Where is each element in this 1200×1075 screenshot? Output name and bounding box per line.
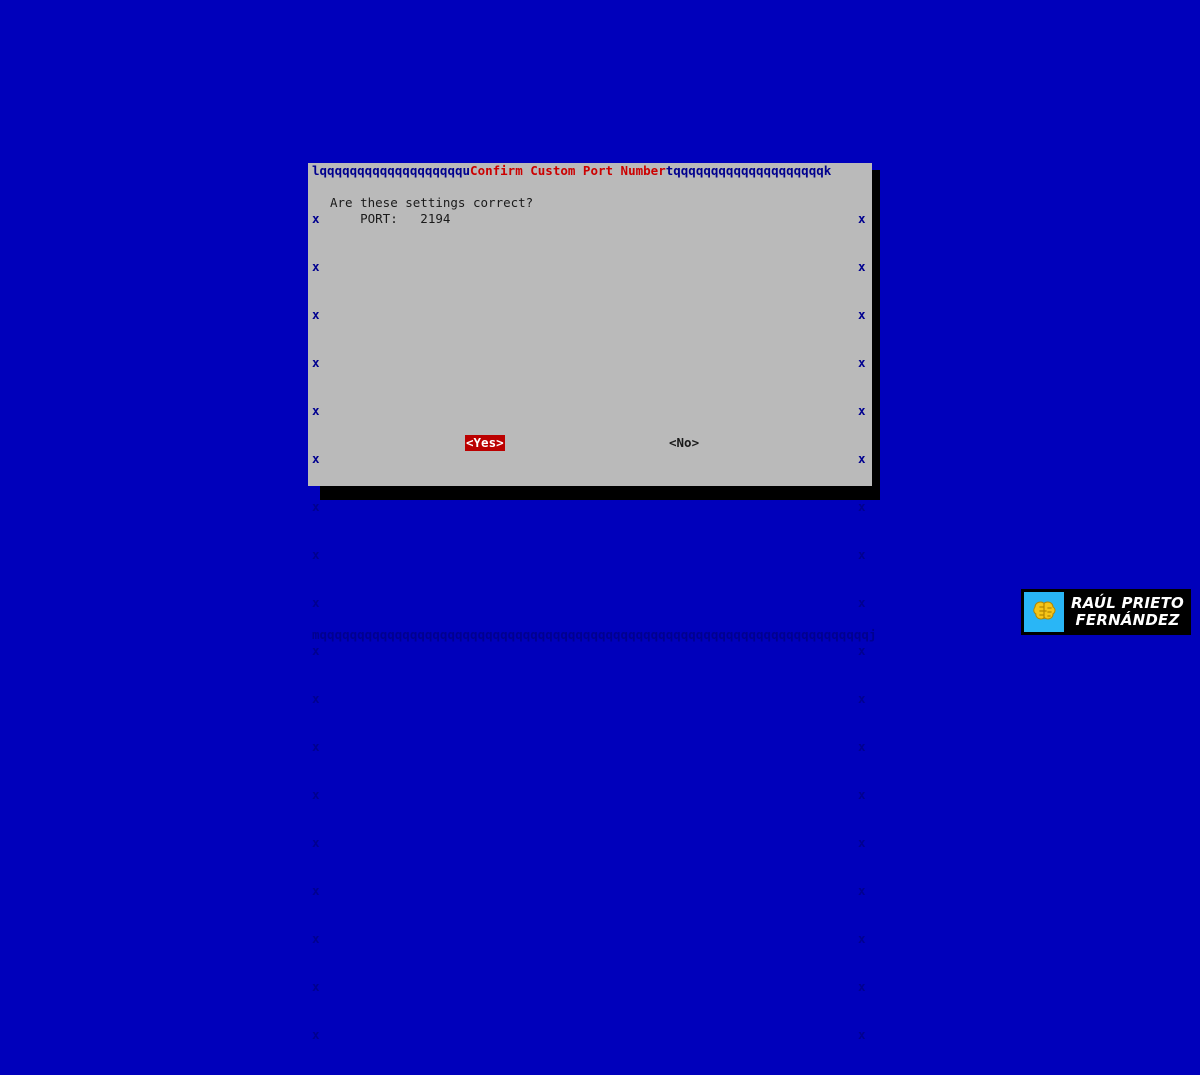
right-border-glyph: x xyxy=(858,451,866,466)
right-border-glyph: x xyxy=(858,595,866,610)
right-border-glyph: x xyxy=(858,691,866,706)
left-border-glyph: x xyxy=(312,259,320,274)
right-border-glyph: x xyxy=(858,355,866,370)
right-border-glyph: x xyxy=(858,547,866,562)
left-border-glyph: x xyxy=(312,547,320,562)
watermark-text: RAÚL PRIETO FERNÁNDEZ xyxy=(1071,595,1184,629)
right-border-glyph: x xyxy=(858,931,866,946)
yes-button[interactable]: <Yes> xyxy=(465,435,505,451)
left-border-glyph: x xyxy=(312,835,320,850)
right-border-glyph: x xyxy=(858,739,866,754)
no-button[interactable]: <No> xyxy=(668,435,700,451)
right-border-glyph: x xyxy=(858,883,866,898)
dialog-bottom-border: mqqqqqqqqqqqqqqqqqqqqqqqqqqqqqqqqqqqqqqq… xyxy=(312,627,877,642)
right-border-glyph: x xyxy=(858,307,866,322)
right-border-glyph: x xyxy=(858,835,866,850)
left-border-glyph: x xyxy=(312,595,320,610)
left-border-glyph: x xyxy=(312,403,320,418)
left-border-glyph: x xyxy=(312,307,320,322)
left-border-glyph: x xyxy=(312,739,320,754)
left-border-glyph: x xyxy=(312,451,320,466)
right-border-glyph: x xyxy=(858,787,866,802)
dialog-title: Confirm Custom Port Number xyxy=(470,163,666,178)
watermark-first-line: RAÚL PRIETO xyxy=(1071,594,1185,612)
left-border-glyph: x xyxy=(312,787,320,802)
right-border-glyph: x xyxy=(858,1027,866,1042)
left-border-glyph: x xyxy=(312,499,320,514)
dialog-question-text: Are these settings correct? xyxy=(330,195,534,210)
left-border-glyph: x xyxy=(312,691,320,706)
top-border-right-glyphs: tqqqqqqqqqqqqqqqqqqqqk xyxy=(665,163,832,178)
right-border-glyph: x xyxy=(858,979,866,994)
right-border-glyph: x xyxy=(858,499,866,514)
right-border-glyph: x xyxy=(858,403,866,418)
right-border-glyph: x xyxy=(858,643,866,658)
left-border-glyph: x xyxy=(312,883,320,898)
brain-icon xyxy=(1024,592,1064,632)
dialog-port-line: PORT: 2194 xyxy=(330,211,451,226)
left-border-glyph: x xyxy=(312,355,320,370)
dialog-top-border: lqqqqqqqqqqqqqqqqqqquConfirm Custom Port… xyxy=(312,163,831,179)
left-border-glyph: x xyxy=(312,643,320,658)
watermark-second-line: FERNÁNDEZ xyxy=(1075,611,1180,629)
left-border-glyph: x xyxy=(312,979,320,994)
left-border-glyph: x xyxy=(312,931,320,946)
left-border-glyph: x xyxy=(312,211,320,226)
right-border-glyph: x xyxy=(858,211,866,226)
confirm-custom-port-number-dialog: lqqqqqqqqqqqqqqqqqqquConfirm Custom Port… xyxy=(308,157,876,1042)
left-border-glyph: x xyxy=(312,1027,320,1042)
top-border-left-glyphs: lqqqqqqqqqqqqqqqqqqqu xyxy=(312,163,471,178)
right-border-glyph: x xyxy=(858,259,866,274)
watermark-badge: RAÚL PRIETO FERNÁNDEZ xyxy=(1021,589,1191,635)
